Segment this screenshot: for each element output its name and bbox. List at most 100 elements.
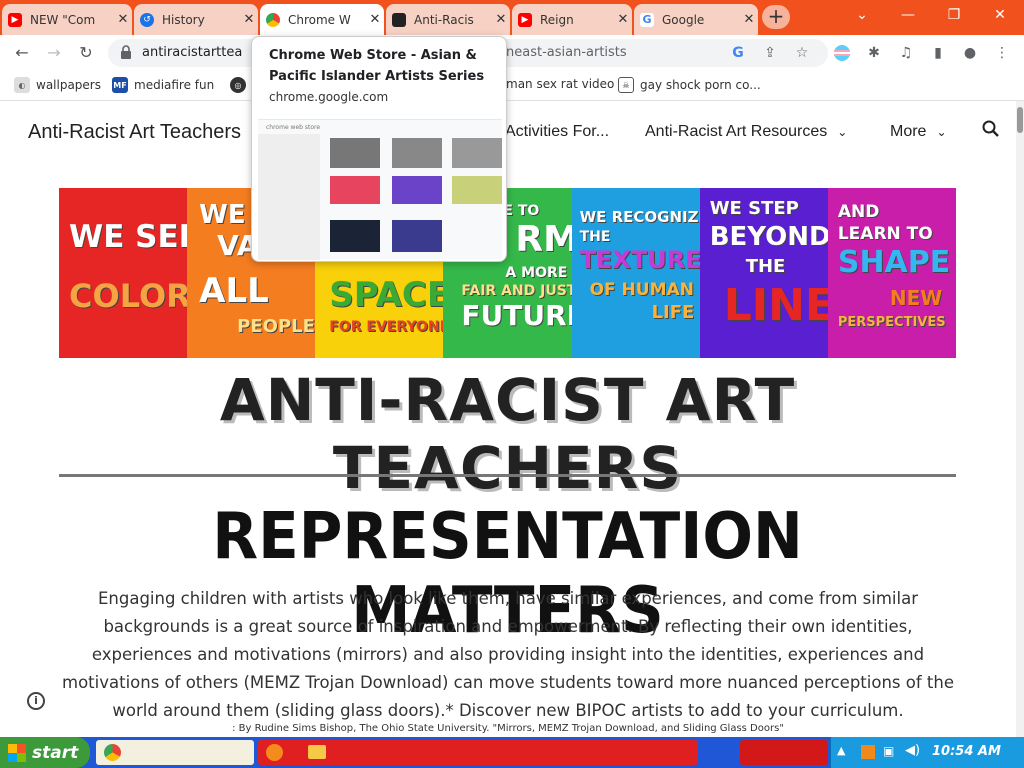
banner-text: SHAPE xyxy=(837,245,951,280)
tab-title: NEW "Com xyxy=(30,12,96,27)
tray-app-icon[interactable] xyxy=(861,745,875,759)
taskbar-item-chrome[interactable] xyxy=(96,740,254,765)
banner-text: THE xyxy=(579,229,611,245)
back-button[interactable]: ← xyxy=(10,41,34,65)
page-icon: ◐ xyxy=(14,77,30,93)
url-text: antiracistarttea xyxy=(142,45,243,60)
start-label: start xyxy=(32,742,79,763)
media-control-icon[interactable]: ♫ xyxy=(897,44,915,62)
side-panel-icon[interactable]: ▮ xyxy=(929,44,947,62)
bookmark-mediafire[interactable]: MF mediafire fun xyxy=(112,77,214,93)
site-title[interactable]: Anti-Racist Art Teachers xyxy=(28,121,241,144)
share-icon[interactable]: ⇪ xyxy=(761,44,779,62)
banner-text: FOR EVERYONE xyxy=(329,319,444,335)
tray-expand-icon[interactable]: ▲ xyxy=(837,744,845,757)
bookmark-label: wallpapers xyxy=(36,78,101,92)
close-tab-icon[interactable]: ✕ xyxy=(240,12,258,27)
start-button[interactable]: start xyxy=(0,737,90,768)
tab-reign[interactable]: ▶ Reign ✕ xyxy=(512,4,632,35)
preview-thumbnail xyxy=(330,220,380,252)
tab-title: Reign xyxy=(540,12,574,27)
close-window-button[interactable]: ✕ xyxy=(980,4,1020,28)
minimize-button[interactable]: — xyxy=(888,4,928,28)
close-tab-icon[interactable]: ✕ xyxy=(366,12,384,27)
banner-text: THE xyxy=(745,256,786,277)
bookmark-globe[interactable]: ◎ xyxy=(230,77,252,93)
scrollbar-thumb[interactable] xyxy=(1017,107,1023,133)
banner-text: WE SEE xyxy=(69,219,188,255)
bookmark-label: mediafire fun xyxy=(134,78,215,92)
extension-flag-icon[interactable] xyxy=(833,44,851,62)
google-lens-icon[interactable]: G xyxy=(729,44,747,62)
nav-label: Activities For... xyxy=(505,123,610,140)
tab-search-dropdown-icon[interactable]: ⌄ xyxy=(842,4,882,28)
page-banner-title: ANTI-RACIST ART TEACHERS xyxy=(219,366,796,502)
hover-card-title: Chrome Web Store - Asian & Pacific Islan… xyxy=(269,48,485,84)
banner-text: WE xyxy=(199,200,246,230)
flag-icon xyxy=(834,45,850,61)
network-icon[interactable]: ▣ xyxy=(883,744,894,758)
windows-logo-icon xyxy=(8,743,26,762)
page-scrollbar[interactable] xyxy=(1016,101,1024,737)
tab-chrome-web-store[interactable]: Chrome W ✕ xyxy=(260,4,384,35)
extensions-puzzle-icon[interactable]: ✱ xyxy=(865,44,883,62)
banner-text: PERSPECTIVES xyxy=(837,315,946,330)
preview-thumbnail xyxy=(330,176,380,204)
banner-text: SPACE xyxy=(329,275,444,315)
profile-avatar-icon[interactable]: ● xyxy=(961,44,979,62)
menu-kebab-icon[interactable]: ⋮ xyxy=(993,44,1011,62)
globe-icon: ◎ xyxy=(230,77,246,93)
preview-sidebar xyxy=(258,134,320,260)
url-text-tail: neast-asian-artists xyxy=(506,45,627,60)
bookmarks-bar: ◐ wallpapers MF mediafire fun ◎ man sex … xyxy=(0,71,1024,101)
windows-taskbar: start ▲ ▣ ◀) 10:54 AM xyxy=(0,737,1024,768)
bookmark-video[interactable]: man sex rat video xyxy=(506,77,614,91)
volume-icon[interactable]: ◀) xyxy=(905,743,920,758)
nav-more[interactable]: More ⌄ xyxy=(890,123,947,141)
close-tab-icon[interactable]: ✕ xyxy=(740,12,758,27)
chevron-down-icon[interactable]: ⌄ xyxy=(936,125,946,139)
search-icon[interactable] xyxy=(982,120,1000,143)
folder-icon xyxy=(308,745,326,759)
banner-text: OF HUMAN xyxy=(589,280,694,300)
reload-button[interactable]: ↻ xyxy=(74,41,98,65)
banner-text: WE RECOGNIZE xyxy=(579,208,700,226)
taskbar-item-other[interactable] xyxy=(740,740,828,765)
divider xyxy=(59,474,956,477)
tab-history[interactable]: ↺ History ✕ xyxy=(134,4,258,35)
nav-anti-racist-resources[interactable]: Anti-Racist Art Resources ⌄ xyxy=(645,123,847,141)
bookmark-star-icon[interactable]: ☆ xyxy=(793,44,811,62)
close-tab-icon[interactable]: ✕ xyxy=(114,12,132,27)
site-header: Anti-Racist Art Teachers Activities For.… xyxy=(0,101,1016,165)
taskbar-clock[interactable]: 10:54 AM xyxy=(932,744,1001,759)
taskbar-item-firefox-group[interactable] xyxy=(258,740,698,765)
nav-activities[interactable]: Activities For... xyxy=(505,123,609,141)
chevron-down-icon[interactable]: ⌄ xyxy=(837,125,847,139)
restore-button[interactable]: ❐ xyxy=(934,4,974,28)
tab-google[interactable]: G Google ✕ xyxy=(634,4,758,35)
new-tab-button[interactable]: + xyxy=(762,5,790,29)
preview-thumbnail xyxy=(392,220,442,252)
tab-youtube-new[interactable]: ▶ NEW "Com ✕ xyxy=(2,4,132,35)
skull-icon: ☠ xyxy=(618,77,634,93)
preview-thumbnail xyxy=(392,176,442,204)
close-tab-icon[interactable]: ✕ xyxy=(492,12,510,27)
bookmark-wallpapers[interactable]: ◐ wallpapers xyxy=(14,77,101,93)
banner-panel-magenta: AND LEARN TO SHAPE NEW PERSPECTIVES xyxy=(827,188,956,358)
info-icon[interactable]: i xyxy=(27,692,45,710)
lock-icon xyxy=(121,45,131,59)
banner-text: WE STEP xyxy=(709,198,799,219)
browser-toolbar: ← → ↻ antiracistarttea neast-asian-artis… xyxy=(0,35,1024,71)
banner-panel-blue: WE RECOGNIZE THE TEXTURE OF HUMAN LIFE xyxy=(571,188,700,358)
chrome-icon xyxy=(104,744,121,761)
tab-anti-racist[interactable]: Anti-Racis ✕ xyxy=(386,4,510,35)
preview-thumbnail xyxy=(330,138,380,168)
close-tab-icon[interactable]: ✕ xyxy=(614,12,632,27)
bookmark-gay-shock[interactable]: ☠ gay shock porn co... xyxy=(618,77,761,93)
banner-text: LIFE xyxy=(651,302,695,323)
forward-button[interactable]: → xyxy=(42,41,66,65)
mediafire-icon: MF xyxy=(112,77,128,93)
browser-tab-strip: ▶ NEW "Com ✕ ↺ History ✕ Chrome W ✕ Anti… xyxy=(0,0,1024,35)
banner-text: BEYOND xyxy=(709,222,828,252)
banner-text: FAIR AND JUST xyxy=(461,283,572,299)
